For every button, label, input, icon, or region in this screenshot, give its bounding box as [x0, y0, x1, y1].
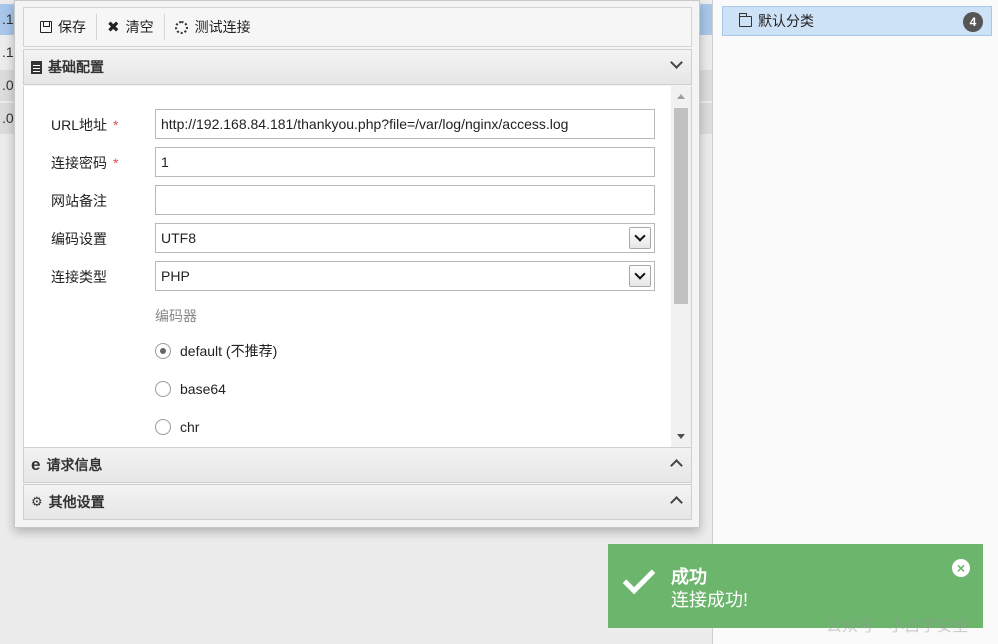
scroll-up-icon[interactable] — [677, 94, 685, 99]
encoder-option-label: default (不推荐) — [180, 343, 278, 359]
test-connection-button[interactable]: 测试连接 — [165, 13, 261, 41]
chevron-down-icon — [670, 56, 683, 69]
url-input[interactable]: http://192.168.84.181/thankyou.php?file=… — [155, 109, 655, 139]
save-icon — [40, 21, 52, 33]
type-value: PHP — [161, 268, 190, 284]
list-item-text: .0 — [2, 77, 14, 93]
password-row: 连接密码 * 1 — [24, 147, 664, 177]
encoder-option-default[interactable]: default (不推荐) — [155, 341, 277, 361]
encoding-row: 编码设置 UTF8 — [24, 223, 664, 253]
required-mark: * — [113, 155, 119, 171]
radio-checked-icon[interactable] — [155, 343, 171, 359]
encoding-select[interactable]: UTF8 — [155, 223, 655, 253]
section-title: 其他设置 — [48, 494, 105, 510]
checkmark-icon — [622, 561, 656, 595]
list-item-text: .0 — [2, 110, 14, 126]
test-connection-label: 测试连接 — [194, 19, 251, 35]
clear-label: 清空 — [125, 19, 154, 35]
scroll-thumb[interactable] — [674, 108, 688, 304]
document-icon — [31, 60, 42, 74]
chevron-up-icon — [670, 459, 683, 472]
section-title: 请求信息 — [46, 457, 103, 473]
section-basic-config[interactable]: 基础配置 — [23, 49, 692, 85]
toast-message: 连接成功! — [671, 590, 749, 610]
chevron-down-icon[interactable] — [629, 265, 651, 287]
encoding-label: 编码设置 — [51, 231, 107, 247]
url-row: URL地址 * http://192.168.84.181/thankyou.ph… — [24, 109, 664, 139]
section-other-settings[interactable]: ⚙ 其他设置 — [23, 484, 692, 520]
type-label: 连接类型 — [51, 269, 107, 285]
encoder-option-base64[interactable]: base64 — [155, 379, 226, 399]
close-icon[interactable]: × — [952, 559, 970, 577]
form-scrollbar[interactable] — [671, 86, 691, 447]
password-input[interactable]: 1 — [155, 147, 655, 177]
radio-icon[interactable] — [155, 381, 171, 397]
scroll-down-icon[interactable] — [677, 434, 685, 439]
type-select[interactable]: PHP — [155, 261, 655, 291]
clear-button[interactable]: ✖ 清空 — [97, 13, 164, 41]
note-row: 网站备注 — [24, 185, 664, 215]
category-count-badge: 4 — [963, 12, 983, 32]
encoder-option-label: base64 — [180, 381, 226, 397]
section-title: 基础配置 — [48, 59, 104, 75]
category-item-default[interactable]: 默认分类 4 — [722, 6, 992, 36]
radio-icon[interactable] — [155, 419, 171, 435]
url-label: URL地址 * — [51, 117, 119, 133]
chevron-up-icon — [670, 496, 683, 509]
category-label: 默认分类 — [758, 13, 814, 29]
save-button[interactable]: 保存 — [30, 13, 96, 41]
list-item-text: .1 — [2, 44, 14, 60]
watermark: 公众号 · 小白学安全 — [826, 618, 969, 635]
section-request-info[interactable]: e 请求信息 — [23, 447, 692, 483]
folder-icon — [738, 12, 752, 27]
browser-e-icon: e — [31, 455, 41, 474]
password-label: 连接密码 * — [51, 155, 119, 171]
note-label: 网站备注 — [51, 193, 107, 209]
required-mark: * — [113, 117, 119, 133]
encoder-label: 编码器 — [155, 308, 197, 324]
type-row: 连接类型 PHP — [24, 261, 664, 291]
encoding-value: UTF8 — [161, 230, 196, 246]
list-item-text: .1 — [2, 11, 14, 27]
encoder-option-label: chr — [180, 419, 200, 435]
encoder-option-chr[interactable]: chr — [155, 417, 199, 437]
close-icon: ✖ — [107, 19, 120, 36]
note-input[interactable] — [155, 185, 655, 215]
gears-icon: ⚙ — [31, 494, 43, 509]
save-label: 保存 — [58, 19, 86, 35]
chevron-down-icon[interactable] — [629, 227, 651, 249]
connection-dialog: 保存 ✖ 清空 测试连接 基础配置 URL地址 * http://192.168.… — [14, 0, 700, 528]
spinner-icon — [174, 20, 188, 34]
toolbar: 保存 ✖ 清空 测试连接 — [23, 7, 692, 47]
basic-config-form: URL地址 * http://192.168.84.181/thankyou.ph… — [23, 86, 692, 447]
